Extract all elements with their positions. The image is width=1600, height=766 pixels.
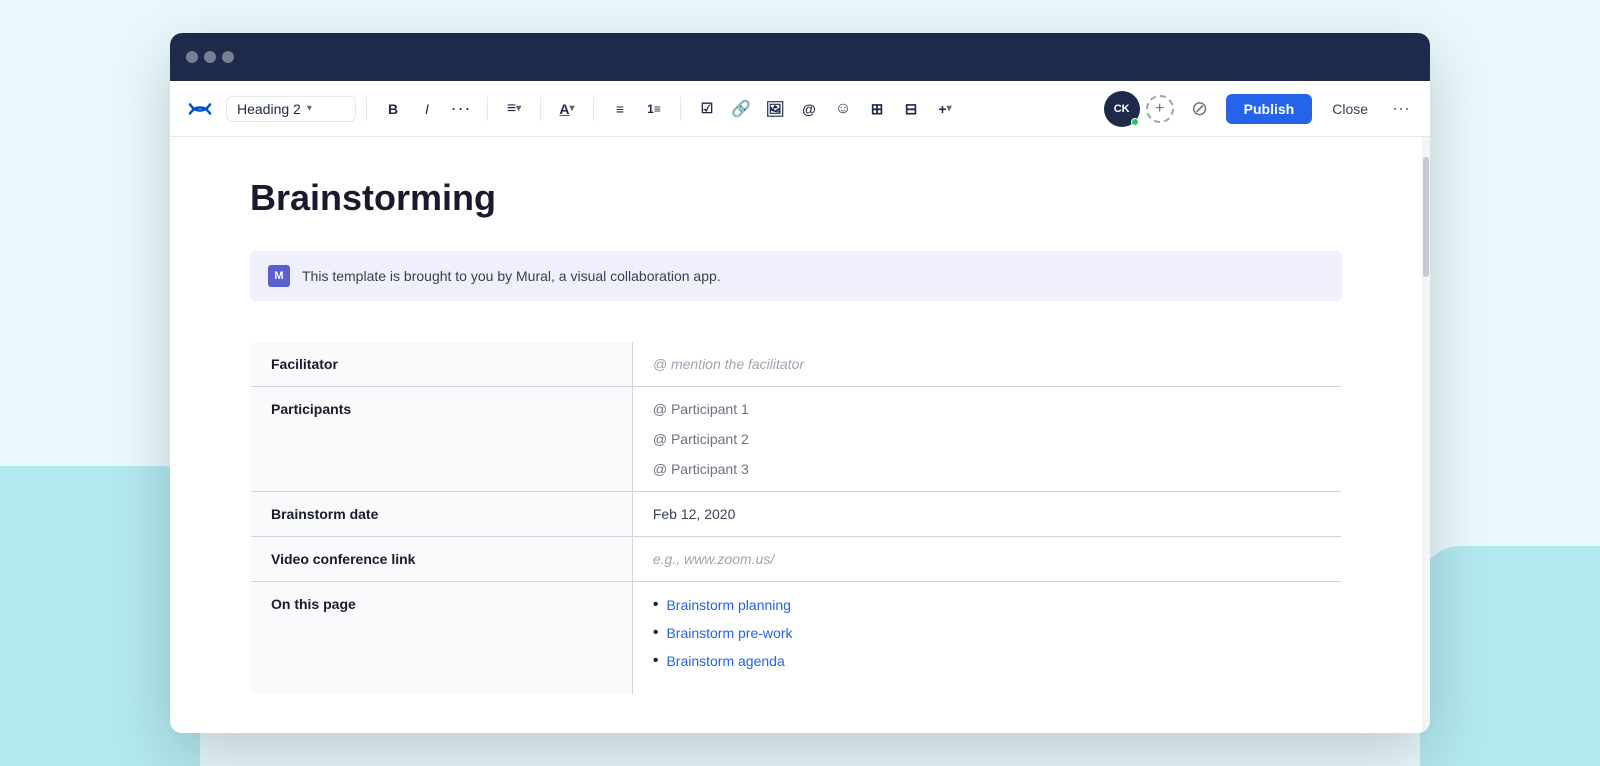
plus-icon: + — [1155, 100, 1164, 118]
dot-1 — [186, 51, 198, 63]
participants-list: @ Participant 1 @ Participant 2 @ Partic… — [653, 401, 1321, 477]
table-icon: ⊞ — [871, 100, 884, 118]
mention-icon: @ — [802, 101, 816, 117]
ordered-list-icon: 1≡ — [647, 102, 661, 116]
close-button[interactable]: Close — [1322, 94, 1378, 124]
divider-3 — [540, 97, 541, 121]
image-icon: 🖼 — [765, 100, 784, 118]
titlebar — [170, 33, 1430, 81]
brainstorm-agenda-link[interactable]: Brainstorm agenda — [666, 653, 784, 669]
toolbar-right: CK + ⊘ Publish Close ··· — [1104, 91, 1414, 127]
page-links-list: Brainstorm planning Brainstorm pre-work … — [653, 596, 1321, 670]
participant-2: @ Participant 2 — [653, 431, 1321, 447]
online-indicator — [1131, 118, 1139, 126]
heading-selector[interactable]: Heading 2 ▾ — [226, 96, 356, 122]
mural-icon-label: M — [274, 270, 283, 282]
unordered-list-button[interactable]: ≡ — [604, 93, 636, 125]
on-this-page-label: On this page — [251, 582, 633, 695]
ordered-list-button[interactable]: 1≡ — [638, 93, 670, 125]
version-history-button[interactable]: ⊘ — [1184, 93, 1216, 125]
dot-3 — [222, 51, 234, 63]
divider-1 — [366, 97, 367, 121]
avatar-initials: CK — [1114, 103, 1130, 115]
task-list-button[interactable]: ☑ — [691, 93, 723, 125]
emoji-button[interactable]: ☺ — [827, 93, 859, 125]
text-format-group: B I ··· — [377, 93, 477, 125]
participants-value: @ Participant 1 @ Participant 2 @ Partic… — [632, 387, 1341, 492]
divider-2 — [487, 97, 488, 121]
insert-chevron-icon: ▾ — [947, 103, 952, 114]
table-row: Facilitator @ mention the facilitator — [251, 342, 1342, 387]
task-list-icon: ☑ — [701, 100, 714, 117]
video-conference-label: Video conference link — [251, 537, 633, 582]
list-item: Brainstorm agenda — [653, 652, 1321, 670]
dot-2 — [204, 51, 216, 63]
brainstorm-planning-link[interactable]: Brainstorm planning — [666, 597, 791, 613]
mention-button[interactable]: @ — [793, 93, 825, 125]
color-chevron-icon: ▾ — [570, 103, 575, 114]
table-button[interactable]: ⊞ — [861, 93, 893, 125]
mural-icon: M — [268, 265, 290, 287]
columns-icon: ⊟ — [905, 100, 918, 118]
table-row: Participants @ Participant 1 @ Participa… — [251, 387, 1342, 492]
list-item: Brainstorm planning — [653, 596, 1321, 614]
table-row: Video conference link e.g., www.zoom.us/ — [251, 537, 1342, 582]
list-item: Brainstorm pre-work — [653, 624, 1321, 642]
toolbar: Heading 2 ▾ B I ··· ≡ ▾ A ▾ ≡ 1≡ — [170, 81, 1430, 137]
participants-label: Participants — [251, 387, 633, 492]
more-options-button[interactable]: ··· — [1388, 94, 1414, 123]
video-conference-value: e.g., www.zoom.us/ — [632, 537, 1341, 582]
avatar: CK — [1104, 91, 1140, 127]
bold-button[interactable]: B — [377, 93, 409, 125]
on-this-page-value: Brainstorm planning Brainstorm pre-work … — [632, 582, 1341, 695]
facilitator-value: @ mention the facilitator — [632, 342, 1341, 387]
emoji-icon: ☺ — [835, 100, 851, 118]
scrollbar[interactable] — [1422, 137, 1430, 733]
divider-5 — [680, 97, 681, 121]
text-color-icon: A — [559, 101, 569, 117]
confluence-logo[interactable] — [186, 95, 214, 123]
add-collaborator-button[interactable]: + — [1146, 95, 1174, 123]
brainstorm-date-value: Feb 12, 2020 — [632, 492, 1341, 537]
info-banner: M This template is brought to you by Mur… — [250, 251, 1342, 301]
table-row: Brainstorm date Feb 12, 2020 — [251, 492, 1342, 537]
participant-1: @ Participant 1 — [653, 401, 1321, 417]
facilitator-label: Facilitator — [251, 342, 633, 387]
publish-button[interactable]: Publish — [1226, 94, 1313, 124]
align-button[interactable]: ≡ ▾ — [498, 93, 530, 125]
bg-decoration-right — [1420, 546, 1600, 766]
columns-button[interactable]: ⊟ — [895, 93, 927, 125]
align-icon: ≡ — [507, 100, 516, 118]
insert-more-button[interactable]: + ▾ — [929, 93, 961, 125]
table-row: On this page Brainstorm planning Brainst… — [251, 582, 1342, 695]
text-color-button[interactable]: A ▾ — [551, 93, 583, 125]
align-chevron-icon: ▾ — [516, 103, 521, 114]
participant-3: @ Participant 3 — [653, 461, 1321, 477]
more-options-icon: ··· — [1392, 98, 1410, 118]
insert-group: ☑ 🔗 🖼 @ ☺ ⊞ ⊟ + ▾ — [691, 93, 961, 125]
unordered-list-icon: ≡ — [616, 101, 624, 117]
more-format-button[interactable]: ··· — [445, 93, 477, 125]
info-table: Facilitator @ mention the facilitator Pa… — [250, 341, 1342, 695]
list-group: ≡ 1≡ — [604, 93, 670, 125]
banner-text: This template is brought to you by Mural… — [302, 268, 721, 284]
scrollbar-thumb[interactable] — [1423, 157, 1429, 277]
image-button[interactable]: 🖼 — [759, 93, 791, 125]
brainstorm-date-label: Brainstorm date — [251, 492, 633, 537]
content-area: Brainstorming M This template is brought… — [170, 137, 1430, 733]
window-controls — [186, 51, 234, 63]
app-window: Heading 2 ▾ B I ··· ≡ ▾ A ▾ ≡ 1≡ — [170, 33, 1430, 733]
italic-button[interactable]: I — [411, 93, 443, 125]
editor[interactable]: Brainstorming M This template is brought… — [170, 137, 1422, 733]
plus-icon: + — [938, 101, 946, 117]
heading-selector-label: Heading 2 — [237, 101, 301, 117]
brainstorm-prework-link[interactable]: Brainstorm pre-work — [666, 625, 792, 641]
link-button[interactable]: 🔗 — [725, 93, 757, 125]
version-icon: ⊘ — [1191, 96, 1208, 121]
link-icon: 🔗 — [731, 99, 751, 119]
document-title: Brainstorming — [250, 177, 1342, 219]
divider-4 — [593, 97, 594, 121]
chevron-down-icon: ▾ — [307, 103, 312, 114]
collaborators: CK + — [1104, 91, 1174, 127]
